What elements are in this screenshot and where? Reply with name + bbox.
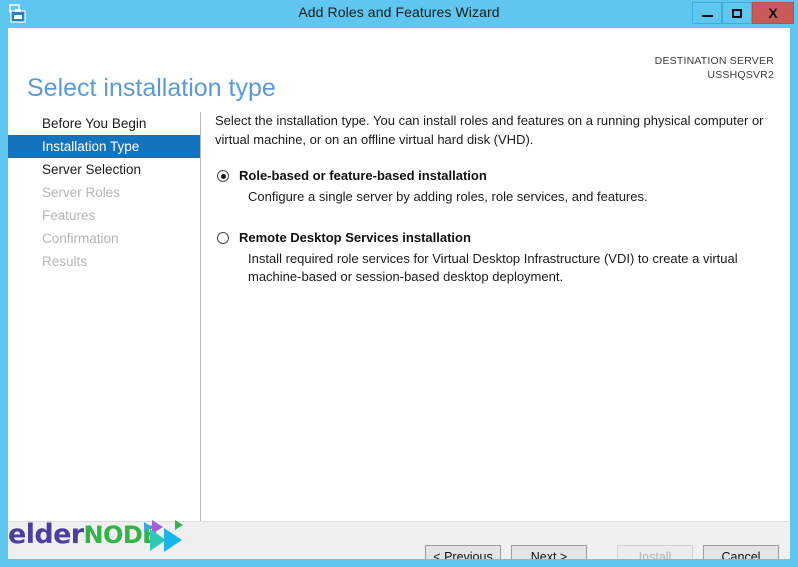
sidebar-item-features: Features: [42, 208, 96, 223]
sidebar-item-server-selection[interactable]: Server Selection: [8, 158, 200, 181]
title-bar[interactable]: Add Roles and Features Wizard X: [0, 0, 798, 28]
destination-server-value: USSHQSVR2: [707, 69, 774, 81]
option-remote-desktop-description: Install required role services for Virtu…: [248, 250, 738, 285]
sidebar-item-confirmation: Confirmation: [42, 231, 119, 246]
page-title: Select installation type: [27, 74, 276, 102]
next-button[interactable]: Next >: [511, 545, 587, 559]
destination-server-label: DESTINATION SERVER: [654, 55, 774, 67]
page-header: Select installation type DESTINATION SER…: [8, 28, 790, 102]
sidebar-item-before-you-begin[interactable]: Before You Begin: [8, 112, 200, 135]
radio-remote-desktop-services[interactable]: [217, 231, 229, 244]
cancel-button[interactable]: Cancel: [703, 545, 779, 559]
client-area: Select installation type DESTINATION SER…: [8, 28, 790, 559]
installation-type-radio-group: Role-based or feature-based installation…: [215, 168, 775, 287]
wizard-steps-sidebar: Before You Begin Installation Type Serve…: [8, 112, 200, 520]
main-content: Select the installation type. You can in…: [215, 112, 775, 287]
minimize-icon: [701, 14, 713, 17]
option-role-based-label: Role-based or feature-based installation: [239, 168, 487, 183]
eldernode-watermark: eldernode: [8, 516, 190, 554]
option-role-based-description: Configure a single server by adding role…: [248, 189, 648, 204]
radio-role-based-installation[interactable]: [217, 170, 229, 182]
instruction-text: Select the installation type. You can in…: [215, 113, 764, 147]
window-title: Add Roles and Features Wizard: [298, 4, 500, 20]
sidebar-item-results: Results: [42, 254, 88, 269]
previous-button[interactable]: < Previous: [425, 545, 501, 559]
eldernode-wordmark-primary: elder: [8, 519, 84, 550]
minimize-button[interactable]: [692, 2, 722, 24]
eldernode-wordmark: eldernode: [8, 519, 159, 550]
sidebar-item-installation-type[interactable]: Installation Type: [8, 135, 200, 158]
option-role-based-installation[interactable]: Role-based or feature-based installation…: [215, 168, 775, 207]
maximize-icon: [732, 8, 742, 18]
maximize-button[interactable]: [722, 2, 752, 24]
eldernode-play-icon: [142, 518, 190, 552]
destination-server-block: DESTINATION SERVER USSHQSVR2: [655, 54, 774, 82]
play-triangle-cyan-icon: [163, 528, 182, 552]
sidebar-divider: [200, 112, 201, 521]
sidebar-item-server-roles: Server Roles: [42, 185, 121, 200]
option-remote-desktop-services-installation[interactable]: Remote Desktop Services installation Ins…: [215, 230, 775, 287]
option-remote-desktop-label: Remote Desktop Services installation: [239, 229, 471, 245]
close-button[interactable]: X: [752, 2, 794, 24]
install-button: Install: [617, 545, 693, 559]
wizard-window: Add Roles and Features Wizard X Select i…: [0, 0, 798, 567]
